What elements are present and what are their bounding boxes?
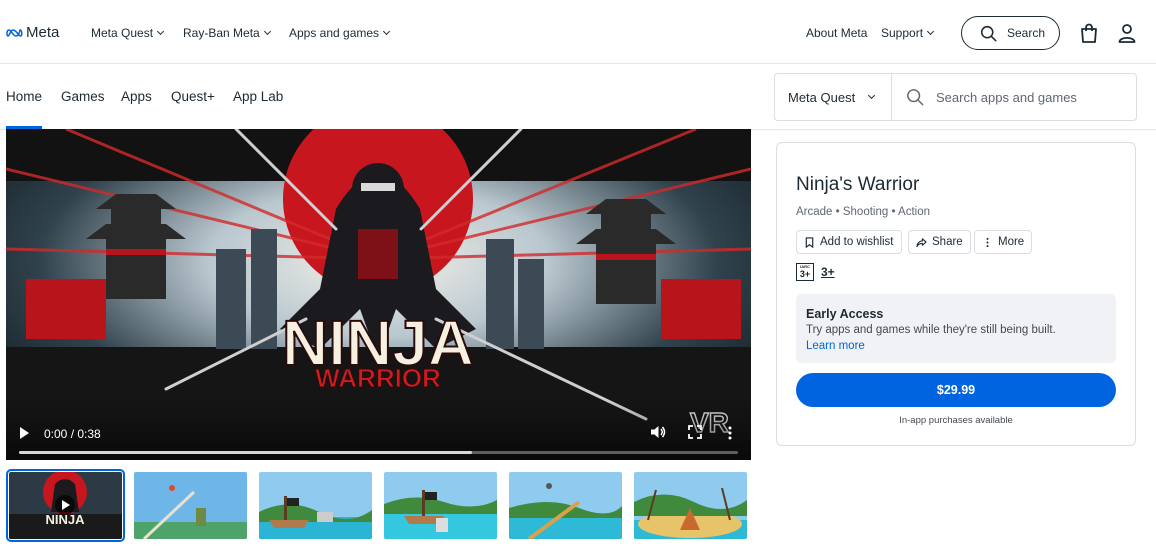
nav-apps-games-label: Apps and games bbox=[289, 26, 380, 40]
thumbnail-screenshot-1[interactable] bbox=[134, 472, 247, 539]
trailer-video-player[interactable]: NINJA WARRIOR VR 0:00 / 0:38 bbox=[6, 129, 751, 460]
store-device-select[interactable]: Meta Quest bbox=[774, 73, 892, 121]
chevron-down-icon bbox=[926, 27, 935, 36]
tab-games[interactable]: Games bbox=[61, 89, 105, 104]
product-details-card: Ninja's Warrior Arcade • Shooting • Acti… bbox=[776, 142, 1136, 446]
chevron-down-icon bbox=[868, 91, 876, 100]
tab-home[interactable]: Home bbox=[6, 89, 42, 104]
share-label: Share bbox=[932, 236, 963, 248]
meta-logo[interactable]: Meta bbox=[6, 24, 59, 41]
thumbnail-screenshot-4[interactable] bbox=[509, 472, 622, 539]
top-nav: Meta Meta Quest Ray-Ban Meta Apps and ga… bbox=[0, 0, 1156, 64]
trailer-thumbnail-art: NINJA bbox=[9, 472, 122, 539]
bookmark-icon bbox=[805, 236, 814, 248]
screenshot-3-art bbox=[384, 472, 497, 539]
chevron-down-icon bbox=[383, 27, 391, 36]
iarc-label: IARC bbox=[800, 264, 810, 269]
add-to-wishlist-button[interactable]: Add to wishlist bbox=[796, 230, 902, 254]
age-rating-link[interactable]: 3+ bbox=[821, 265, 835, 279]
video-time: 0:00 / 0:38 bbox=[44, 427, 101, 441]
play-icon[interactable] bbox=[20, 427, 29, 439]
thumbnail-trailer[interactable]: NINJA bbox=[6, 469, 125, 542]
more-button[interactable]: More bbox=[974, 230, 1033, 254]
early-access-description: Try apps and games while they're still b… bbox=[806, 324, 1056, 336]
thumbnail-screenshot-3[interactable] bbox=[384, 472, 497, 539]
thumbnail-screenshot-5[interactable] bbox=[634, 472, 747, 539]
tab-quest-plus[interactable]: Quest+ bbox=[171, 89, 215, 104]
video-buffered-fill bbox=[19, 451, 472, 454]
store-search-input[interactable] bbox=[936, 89, 1116, 105]
wishlist-label: Add to wishlist bbox=[820, 236, 894, 248]
share-button[interactable]: Share bbox=[908, 230, 971, 254]
screenshot-5-art bbox=[634, 472, 747, 539]
user-account-icon[interactable] bbox=[1117, 23, 1137, 43]
nav-support[interactable]: Support bbox=[881, 26, 935, 40]
shopping-bag-icon[interactable] bbox=[1080, 23, 1098, 43]
brand-name: Meta bbox=[26, 24, 60, 41]
iarc-rating-badge: IARC 3+ bbox=[796, 263, 814, 281]
more-vertical-icon bbox=[986, 237, 989, 247]
chevron-down-icon bbox=[263, 27, 271, 36]
learn-more-link[interactable]: Learn more bbox=[806, 340, 865, 352]
nav-apps-and-games[interactable]: Apps and games bbox=[289, 26, 391, 40]
meta-infinity-icon bbox=[6, 28, 23, 37]
product-title: Ninja's Warrior bbox=[796, 174, 920, 195]
tab-app-lab[interactable]: App Lab bbox=[233, 89, 283, 104]
early-access-title: Early Access bbox=[806, 307, 884, 321]
art-title-warrior: WARRIOR bbox=[315, 363, 441, 393]
more-label: More bbox=[998, 236, 1025, 248]
store-select-label: Meta Quest bbox=[788, 89, 856, 105]
chevron-down-icon bbox=[156, 27, 165, 36]
thumbnail-screenshot-2[interactable] bbox=[259, 472, 372, 539]
screenshot-4-art bbox=[509, 472, 622, 539]
share-icon bbox=[916, 237, 927, 247]
nav-ray-ban-meta[interactable]: Ray-Ban Meta bbox=[183, 26, 271, 40]
screenshot-2-art bbox=[259, 472, 372, 539]
top-search-label: Search bbox=[1007, 26, 1046, 40]
tab-apps[interactable]: Apps bbox=[121, 89, 152, 104]
video-controls: 0:00 / 0:38 bbox=[6, 400, 751, 460]
nav-meta-quest[interactable]: Meta Quest bbox=[91, 26, 165, 40]
in-app-purchases-note: In-app purchases available bbox=[899, 415, 1013, 426]
fullscreen-icon[interactable] bbox=[688, 425, 702, 439]
nav-support-label: Support bbox=[881, 26, 924, 40]
nav-about-label: About Meta bbox=[806, 26, 868, 40]
buy-price-button[interactable]: $29.99 bbox=[796, 373, 1116, 407]
search-icon bbox=[980, 25, 997, 41]
nav-ray-ban-label: Ray-Ban Meta bbox=[183, 26, 260, 40]
store-search-box bbox=[891, 73, 1137, 121]
product-genres: Arcade • Shooting • Action bbox=[796, 206, 930, 218]
rating-badge-value: 3+ bbox=[799, 269, 811, 279]
more-options-icon[interactable] bbox=[728, 426, 732, 440]
video-progress-bar[interactable] bbox=[19, 451, 738, 454]
store-subnav: Home Games Apps Quest+ App Lab Meta Ques… bbox=[0, 64, 1156, 130]
top-search-button[interactable]: Search bbox=[961, 16, 1060, 50]
nav-meta-quest-label: Meta Quest bbox=[91, 26, 154, 40]
volume-icon[interactable] bbox=[650, 424, 666, 440]
early-access-notice: Early Access Try apps and games while th… bbox=[796, 294, 1116, 363]
nav-about-meta[interactable]: About Meta bbox=[806, 26, 867, 40]
search-icon bbox=[907, 89, 924, 106]
screenshot-1-art bbox=[134, 472, 247, 539]
